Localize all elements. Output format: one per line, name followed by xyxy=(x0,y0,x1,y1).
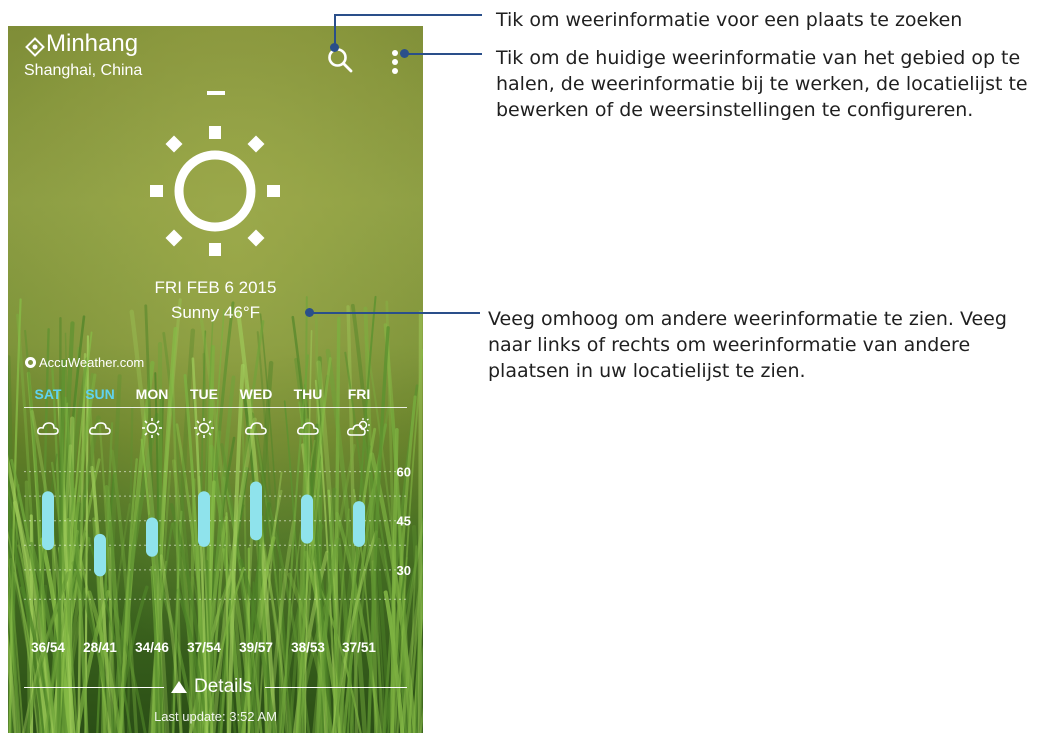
annotation-menu: Tik om de huidige weerinformatie van het… xyxy=(496,47,1028,121)
temperature-range: 37/51 xyxy=(342,640,376,655)
temperature-range: 34/46 xyxy=(135,640,169,655)
triangle-up-icon xyxy=(171,681,187,693)
annotation-swipe: Veeg omhoog om andere weerinformatie te … xyxy=(488,308,1007,382)
temperature-bar xyxy=(198,491,210,547)
temperature-bar xyxy=(42,491,54,551)
temperature-range: 38/53 xyxy=(291,640,325,655)
y-tick-label: 30 xyxy=(397,563,411,578)
temperature-range: 39/57 xyxy=(239,640,273,655)
callout-line-menu xyxy=(404,53,482,55)
temperature-bar xyxy=(94,533,106,577)
y-tick-label: 45 xyxy=(397,514,411,529)
callout-dot-search xyxy=(330,43,339,52)
temperature-range: 37/54 xyxy=(187,640,221,655)
temperature-bar xyxy=(146,517,158,557)
details-button[interactable]: Details xyxy=(170,675,252,699)
y-tick-label: 60 xyxy=(397,465,411,480)
last-update: Last update: 3:52 AM xyxy=(154,709,277,724)
temperature-chart: 30 45 60 xyxy=(24,465,411,600)
details-divider-right xyxy=(265,687,407,688)
temperature-bar xyxy=(353,501,365,547)
temperature-bar xyxy=(301,494,313,544)
temperature-range: 28/41 xyxy=(83,640,117,655)
callout-dot-menu xyxy=(400,49,409,58)
callout-line-search xyxy=(334,14,482,16)
details-divider-left xyxy=(24,687,164,688)
details-label: Details xyxy=(194,676,253,697)
temperature-range: 36/54 xyxy=(31,640,65,655)
weather-app-screen[interactable]: Minhang Shanghai, China FRI FEB 6 2015 S… xyxy=(8,26,423,733)
callout-line-swipe xyxy=(309,312,480,314)
temperature-bar xyxy=(250,481,262,541)
annotation-search: Tik om weerinformatie voor een plaats te… xyxy=(496,9,963,31)
callout-dot-swipe xyxy=(305,308,314,317)
